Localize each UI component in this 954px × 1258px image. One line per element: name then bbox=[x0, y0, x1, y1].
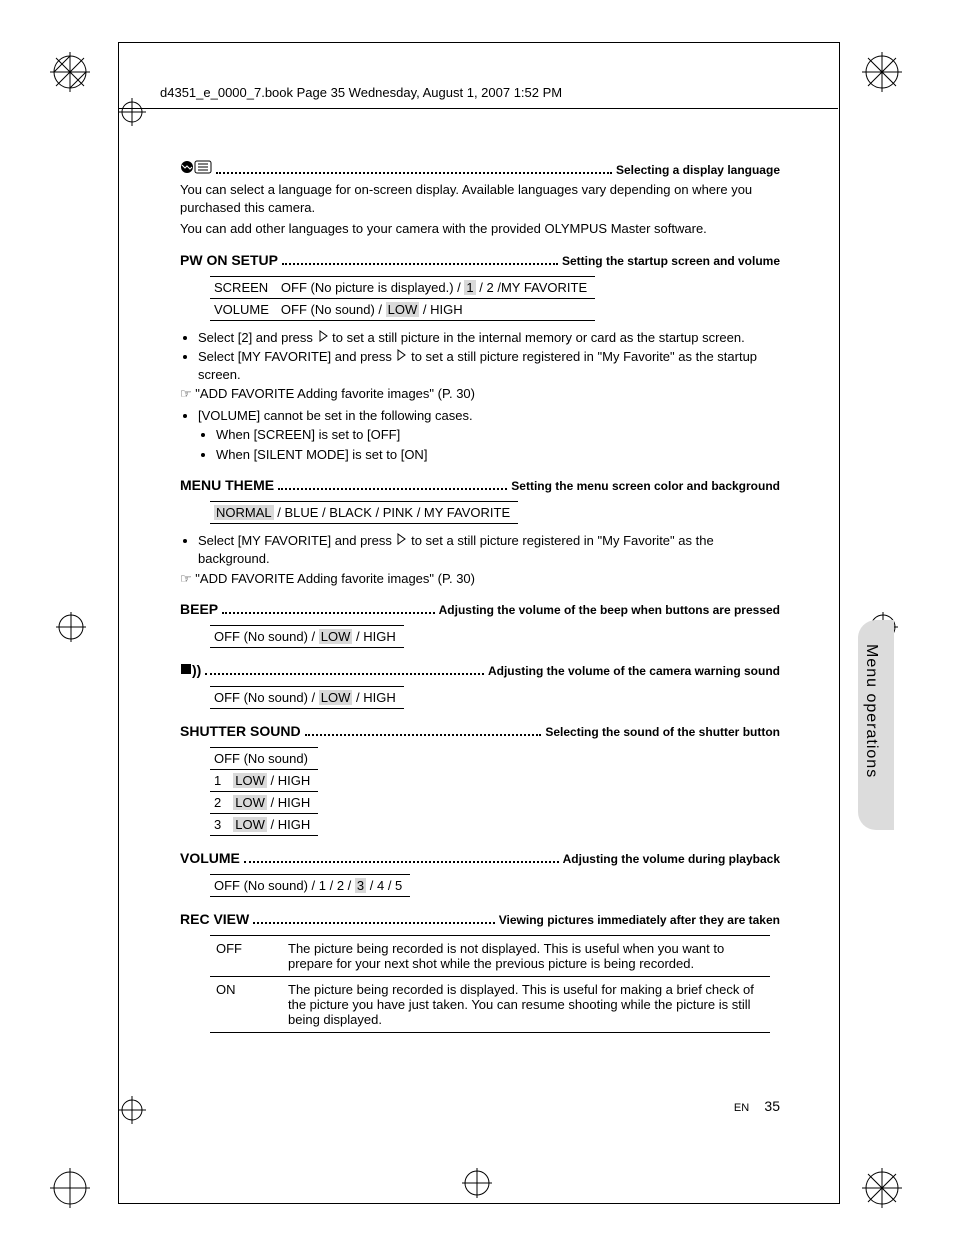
section-desc: Setting the menu screen color and backgr… bbox=[511, 479, 780, 493]
section-volume: VOLUME Adjusting the volume during playb… bbox=[180, 850, 780, 866]
section-desc: Viewing pictures immediately after they … bbox=[499, 913, 780, 927]
section-desc: Setting the startup screen and volume bbox=[562, 254, 780, 268]
pwon-table: SCREENOFF (No picture is displayed.) / 1… bbox=[210, 276, 595, 321]
body-text: You can select a language for on-screen … bbox=[180, 181, 780, 216]
list-item: When [SILENT MODE] is set to [ON] bbox=[216, 446, 780, 464]
content-area: Selecting a display language You can sel… bbox=[180, 160, 780, 1033]
cell: SCREEN bbox=[210, 276, 277, 298]
register-mark-tl bbox=[50, 52, 90, 92]
section-desc: Adjusting the volume of the beep when bu… bbox=[439, 603, 780, 617]
register-mark-br bbox=[862, 1168, 902, 1208]
cell: LOW / HIGH bbox=[229, 792, 318, 814]
cell: OFF (No sound) / LOW / HIGH bbox=[210, 687, 404, 709]
bullet-list: Select [MY FAVORITE] and press to set a … bbox=[198, 532, 780, 567]
ref-line: ☞ "ADD FAVORITE Adding favorite images" … bbox=[180, 385, 780, 403]
volume-table: OFF (No sound) / 1 / 2 / 3 / 4 / 5 bbox=[210, 874, 410, 897]
page-footer: EN 35 bbox=[180, 1098, 780, 1114]
globe-icon bbox=[180, 161, 194, 177]
page-number: 35 bbox=[764, 1098, 780, 1114]
register-mark-tr bbox=[862, 52, 902, 92]
section-label: REC VIEW bbox=[180, 911, 249, 927]
register-mark-ml bbox=[56, 612, 86, 642]
hand-icon: ☞ bbox=[180, 571, 195, 586]
hand-icon: ☞ bbox=[180, 386, 195, 401]
beep-table: OFF (No sound) / LOW / HIGH bbox=[210, 625, 404, 648]
side-tab-label: Menu operations bbox=[862, 644, 880, 778]
cell: 1 bbox=[210, 770, 229, 792]
header-rule bbox=[118, 108, 838, 109]
register-mark-bl bbox=[50, 1168, 90, 1208]
cell: ON bbox=[210, 977, 282, 1033]
shutter-table: OFF (No sound) 1LOW / HIGH 2LOW / HIGH 3… bbox=[210, 747, 318, 836]
cell: OFF bbox=[210, 936, 282, 977]
list-item: Select [MY FAVORITE] and press to set a … bbox=[198, 348, 780, 383]
arrow-icon bbox=[317, 330, 329, 345]
section-label: VOLUME bbox=[180, 850, 240, 866]
cell: The picture being recorded is displayed.… bbox=[282, 977, 770, 1033]
section-label: BEEP bbox=[180, 601, 218, 617]
cell: OFF (No picture is displayed.) / 1 / 2 /… bbox=[277, 276, 595, 298]
list-item: Select [2] and press to set a still pict… bbox=[198, 329, 780, 347]
section-label: SHUTTER SOUND bbox=[180, 723, 301, 739]
cell: The picture being recorded is not displa… bbox=[282, 936, 770, 977]
section-label: MENU THEME bbox=[180, 477, 274, 493]
arrow-icon bbox=[395, 533, 407, 548]
list-item: When [SCREEN] is set to [OFF] bbox=[216, 426, 780, 444]
section-beep: BEEP Adjusting the volume of the beep wh… bbox=[180, 601, 780, 617]
ref-line: ☞ "ADD FAVORITE Adding favorite images" … bbox=[180, 570, 780, 588]
stop-icon bbox=[180, 662, 192, 678]
section-shutter: SHUTTER SOUND Selecting the sound of the… bbox=[180, 723, 780, 739]
page-header: d4351_e_0000_7.book Page 35 Wednesday, A… bbox=[160, 85, 562, 100]
bullet-list: Select [2] and press to set a still pict… bbox=[198, 329, 780, 384]
warn-table: OFF (No sound) / LOW / HIGH bbox=[210, 686, 404, 709]
section-warn: )) Adjusting the volume of the camera wa… bbox=[180, 662, 780, 678]
sound-icon: )) bbox=[192, 662, 201, 678]
cell: OFF (No sound) / LOW / HIGH bbox=[277, 298, 595, 320]
cell: 3 bbox=[210, 814, 229, 836]
cell: LOW / HIGH bbox=[229, 814, 318, 836]
list-item: [VOLUME] cannot be set in the following … bbox=[198, 407, 780, 464]
section-desc: Selecting the sound of the shutter butto… bbox=[545, 725, 780, 739]
section-language: Selecting a display language bbox=[180, 160, 780, 177]
cell: 2 bbox=[210, 792, 229, 814]
cell: OFF (No sound) bbox=[210, 748, 318, 770]
bullet-list: [VOLUME] cannot be set in the following … bbox=[198, 407, 780, 464]
cell: NORMAL / BLUE / BLACK / PINK / MY FAVORI… bbox=[210, 502, 518, 524]
section-theme: MENU THEME Setting the menu screen color… bbox=[180, 477, 780, 493]
cell: VOLUME bbox=[210, 298, 277, 320]
cell: OFF (No sound) / LOW / HIGH bbox=[210, 626, 404, 648]
recview-table: OFFThe picture being recorded is not dis… bbox=[210, 935, 770, 1033]
section-pwon: PW ON SETUP Setting the startup screen a… bbox=[180, 252, 780, 268]
arrow-icon bbox=[395, 349, 407, 364]
cell: OFF (No sound) / 1 / 2 / 3 / 4 / 5 bbox=[210, 875, 410, 897]
section-label: PW ON SETUP bbox=[180, 252, 278, 268]
section-desc: Adjusting the volume of the camera warni… bbox=[488, 664, 780, 678]
theme-table: NORMAL / BLUE / BLACK / PINK / MY FAVORI… bbox=[210, 501, 518, 524]
menu-icon bbox=[194, 161, 212, 177]
footer-lang: EN bbox=[734, 1102, 749, 1114]
section-desc: Selecting a display language bbox=[616, 163, 780, 177]
section-desc: Adjusting the volume during playback bbox=[563, 852, 780, 866]
section-recview: REC VIEW Viewing pictures immediately af… bbox=[180, 911, 780, 927]
body-text: You can add other languages to your came… bbox=[180, 220, 780, 238]
list-item: Select [MY FAVORITE] and press to set a … bbox=[198, 532, 780, 567]
cell: LOW / HIGH bbox=[229, 770, 318, 792]
